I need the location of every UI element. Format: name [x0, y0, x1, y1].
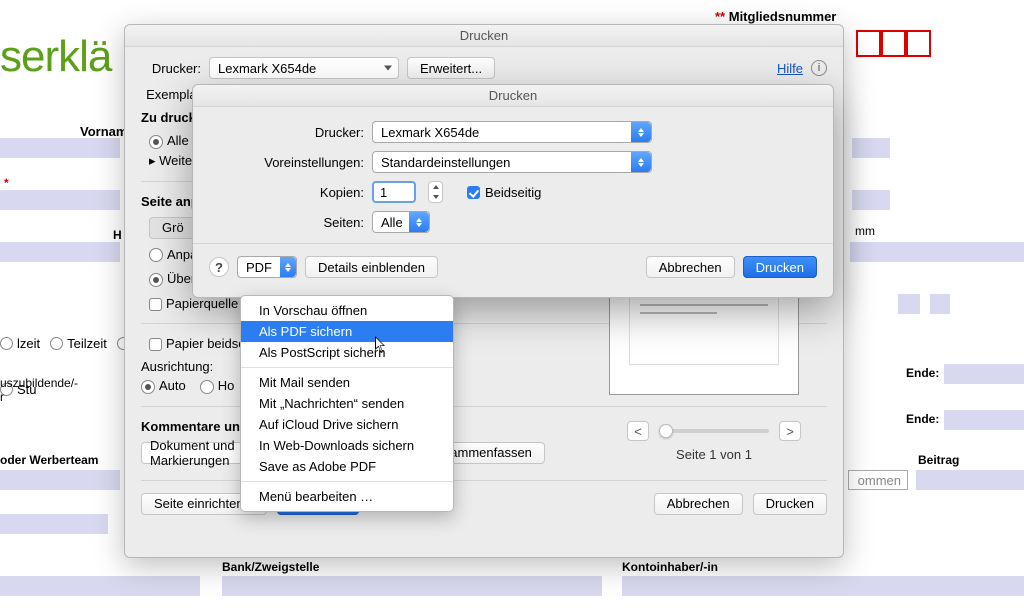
extended-button[interactable]: Erweitert...: [407, 57, 495, 79]
window-title: Drucken: [125, 25, 843, 47]
chevron-updown-icon: [631, 122, 651, 142]
menu-open-preview[interactable]: In Vorschau öffnen: [241, 300, 453, 321]
bg-field: [944, 364, 1024, 384]
chevron-down-icon: [280, 257, 296, 277]
printer-select[interactable]: Lexmark X654de: [209, 57, 399, 79]
bg-h-label: H: [113, 228, 122, 242]
inner-printer-label: Drucker:: [209, 125, 364, 140]
copies-label: Kopien:: [209, 185, 364, 200]
bg-field: [916, 470, 1024, 490]
bg-headline: serklä: [0, 32, 111, 82]
bg-field: [0, 190, 120, 210]
inner-print-button[interactable]: Drucken: [743, 256, 817, 278]
bg-ende-label: Ende:: [906, 412, 939, 426]
menu-separator: [241, 481, 453, 482]
page-indicator: Seite 1 von 1: [609, 447, 819, 462]
pdf-dropdown-menu: In Vorschau öffnen Als PDF sichern Als P…: [240, 295, 454, 512]
menu-save-as-postscript[interactable]: Als PostScript sichern: [241, 342, 453, 363]
print-dialog-inner: Drucken Drucker: Lexmark X654de Voreinst…: [192, 84, 834, 298]
bg-ommen-field: ommen: [848, 470, 908, 490]
bg-mm-label: mm: [855, 224, 875, 238]
radio-alle[interactable]: Alle: [149, 133, 189, 149]
details-button[interactable]: Details einblenden: [305, 256, 438, 278]
next-page-button[interactable]: >: [779, 421, 801, 441]
copies-stepper[interactable]: [428, 181, 443, 203]
pages-label: Seiten:: [209, 215, 364, 230]
ausrichtung-label: Ausrichtung:: [141, 359, 213, 374]
chevron-updown-icon: [631, 152, 651, 172]
printer-label: Drucker:: [141, 61, 201, 76]
bg-field: [0, 514, 108, 534]
help-icon[interactable]: ?: [209, 257, 229, 277]
pager: < >: [609, 421, 819, 441]
bg-field: [852, 190, 890, 210]
bg-field: [0, 242, 120, 262]
zu-drucken-heading: Zu druck: [141, 110, 196, 125]
bg-radio-teilzeit[interactable]: Teilzeit: [50, 336, 107, 351]
presets-select[interactable]: Standardeinstellungen: [372, 151, 652, 173]
bg-werber-label: oder Werberteam: [0, 453, 98, 467]
bg-field: [0, 470, 120, 490]
pdf-menu-button[interactable]: PDF: [237, 256, 297, 278]
bg-ende-label: Ende:: [906, 366, 939, 380]
asterisk-icon: *: [4, 176, 9, 190]
bg-field: [850, 242, 1024, 262]
bg-red-cell: [906, 30, 931, 57]
bg-bank-label: Bank/Zweigstelle: [222, 560, 319, 574]
bg-radio-lzeit[interactable]: lzeit: [0, 336, 40, 351]
bg-field: [622, 576, 1024, 596]
asterisk-icon: **: [715, 9, 729, 24]
bg-beitrag-label: Beitrag: [918, 453, 959, 467]
cancel-button[interactable]: Abbrechen: [654, 493, 743, 515]
menu-send-mail[interactable]: Mit Mail senden: [241, 372, 453, 393]
help-link[interactable]: Hilfe: [777, 61, 803, 76]
bg-field: [944, 410, 1024, 430]
menu-edit[interactable]: Menü bearbeiten …: [241, 486, 453, 507]
copies-input[interactable]: 1: [372, 181, 416, 203]
bg-mitgliedsnummer-label: ** Mitgliedsnummer: [715, 9, 836, 24]
inner-cancel-button[interactable]: Abbrechen: [646, 256, 735, 278]
weiter-toggle[interactable]: ▸ Weiter: [149, 153, 196, 169]
bg-field: [0, 576, 200, 596]
menu-send-messages[interactable]: Mit „Nachrichten“ senden: [241, 393, 453, 414]
bg-red-cell: [881, 30, 906, 57]
menu-save-as-pdf[interactable]: Als PDF sichern: [241, 321, 453, 342]
print-button[interactable]: Drucken: [753, 493, 827, 515]
bg-field: [898, 294, 920, 314]
menu-icloud[interactable]: Auf iCloud Drive sichern: [241, 414, 453, 435]
zoom-slider[interactable]: [659, 429, 769, 433]
duplex-checkbox[interactable]: Beidseitig: [467, 185, 541, 200]
inner-window-title: Drucken: [193, 85, 833, 107]
checkbox-papier-beidseitig[interactable]: Papier beidseiti: [149, 336, 255, 351]
inner-printer-select[interactable]: Lexmark X654de: [372, 121, 652, 143]
pages-select[interactable]: Alle: [372, 211, 430, 233]
bg-radio-row: uszubildende/-r Stu: [0, 382, 37, 397]
menu-webdownloads[interactable]: In Web-Downloads sichern: [241, 435, 453, 456]
bg-red-cell: [856, 30, 881, 57]
bg-field: [222, 576, 602, 596]
info-icon[interactable]: i: [811, 60, 827, 76]
chevron-updown-icon: [409, 212, 429, 232]
menu-adobe-pdf[interactable]: Save as Adobe PDF: [241, 456, 453, 477]
seite-anp-heading: Seite anp: [141, 194, 199, 209]
groesse-button[interactable]: Grö: [149, 217, 197, 239]
bg-field: [0, 138, 120, 158]
menu-separator: [241, 367, 453, 368]
radio-auto[interactable]: Auto: [141, 378, 186, 394]
bg-konto-label: Kontoinhaber/-in: [622, 560, 718, 574]
bg-field: [930, 294, 950, 314]
presets-label: Voreinstellungen:: [209, 155, 364, 170]
prev-page-button[interactable]: <: [627, 421, 649, 441]
bg-field: [852, 138, 890, 158]
radio-hoch[interactable]: Ho: [200, 378, 235, 394]
